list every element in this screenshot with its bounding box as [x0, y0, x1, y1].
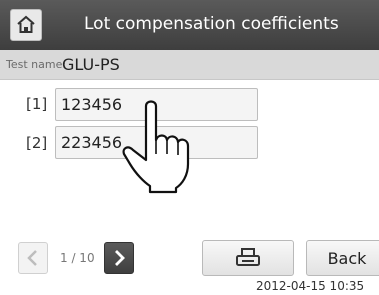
test-name-label: Test name:: [6, 58, 67, 71]
page-indicator: 1 / 10: [60, 251, 95, 265]
pointing-hand-icon: [122, 100, 190, 194]
status-datetime: 2012-04-15 10:35: [256, 279, 365, 293]
next-page-button[interactable]: [104, 242, 134, 274]
test-name-value: GLU-PS: [62, 55, 120, 74]
home-icon: [17, 15, 35, 33]
previous-page-button[interactable]: [18, 242, 48, 274]
chevron-right-icon: [115, 250, 125, 266]
home-button[interactable]: [10, 9, 42, 41]
printer-icon: [236, 248, 260, 266]
back-button[interactable]: Back: [306, 240, 379, 276]
print-button[interactable]: [202, 240, 294, 276]
page-title: Lot compensation coefficients: [84, 14, 339, 34]
coefficient-index-1: [1]: [26, 95, 48, 113]
coefficient-index-2: [2]: [26, 134, 48, 152]
chevron-left-icon: [27, 250, 37, 266]
